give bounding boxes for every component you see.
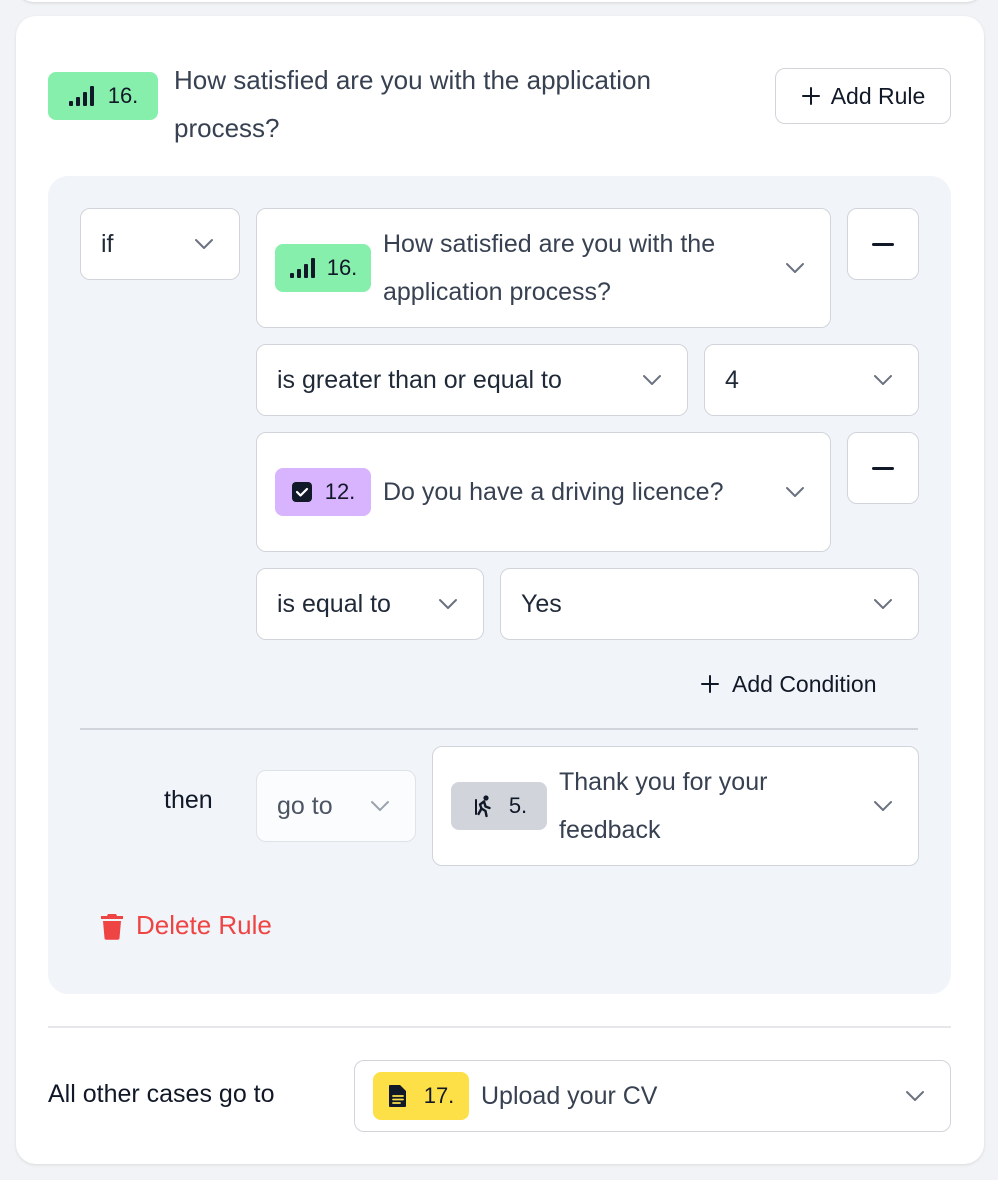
action-value: go to bbox=[277, 792, 333, 820]
chevron-down-icon bbox=[874, 375, 892, 385]
question-badge: 16. bbox=[48, 72, 158, 120]
chevron-down-icon bbox=[786, 263, 804, 273]
rating-bars-icon bbox=[289, 258, 315, 278]
fallback-label: All other cases go to bbox=[48, 1080, 275, 1108]
condition-2-operator-value: is equal to bbox=[277, 590, 391, 618]
condition-2-value-select[interactable]: Yes bbox=[500, 568, 919, 640]
add-condition-button[interactable]: Add Condition bbox=[700, 664, 877, 704]
condition-1-question-select[interactable]: 16. How satisfied are you with the appli… bbox=[256, 208, 831, 328]
condition-1-question-title: How satisfied are you with the applicati… bbox=[383, 230, 716, 306]
question-header: 16. How satisfied are you with the appli… bbox=[48, 56, 754, 152]
running-person-icon bbox=[474, 795, 491, 818]
remove-condition-1-button[interactable] bbox=[847, 208, 919, 280]
question-number: 16. bbox=[107, 83, 139, 108]
fallback-question-title: Upload your CV bbox=[481, 1082, 658, 1110]
condition-2-operator-select[interactable]: is equal to bbox=[256, 568, 484, 640]
condition-1-value: 4 bbox=[725, 366, 739, 394]
condition-2-question-title: Do you have a driving licence? bbox=[383, 478, 724, 506]
target-question-number: 5. bbox=[508, 793, 528, 818]
target-question-select[interactable]: 5. Thank you for your feedback bbox=[432, 746, 919, 866]
previous-card-edge bbox=[16, 0, 984, 2]
add-condition-label: Add Condition bbox=[732, 670, 877, 697]
add-rule-label: Add Rule bbox=[830, 82, 926, 109]
action-select[interactable]: go to bbox=[256, 770, 416, 842]
rule-divider bbox=[80, 728, 918, 730]
condition-2-question-badge: 12. bbox=[275, 468, 371, 516]
trash-icon bbox=[101, 913, 123, 940]
plus-icon bbox=[801, 87, 820, 105]
condition-1-operator-value: is greater than or equal to bbox=[277, 366, 562, 394]
logic-operator-value: if bbox=[101, 230, 114, 258]
minus-icon bbox=[872, 242, 894, 246]
condition-2-question-select[interactable]: 12. Do you have a driving licence? bbox=[256, 432, 831, 552]
remove-condition-2-button[interactable] bbox=[847, 432, 919, 504]
minus-icon bbox=[872, 466, 894, 470]
condition-1-question-number: 16. bbox=[326, 255, 358, 280]
condition-1-operator-select[interactable]: is greater than or equal to bbox=[256, 344, 688, 416]
logic-operator-select[interactable]: if bbox=[80, 208, 240, 280]
then-label: then bbox=[164, 786, 213, 814]
condition-1-question-badge: 16. bbox=[275, 244, 371, 292]
target-question-badge: 5. bbox=[451, 782, 547, 830]
chevron-down-icon bbox=[874, 801, 892, 811]
condition-1-value-select[interactable]: 4 bbox=[704, 344, 919, 416]
plus-icon bbox=[701, 675, 719, 693]
add-rule-button[interactable]: Add Rule bbox=[775, 68, 951, 124]
target-question-title: Thank you for your feedback bbox=[559, 768, 768, 844]
chevron-down-icon bbox=[786, 487, 804, 497]
delete-rule-button[interactable]: Delete Rule bbox=[100, 910, 272, 941]
condition-2-question-number: 12. bbox=[324, 479, 356, 504]
checkbox-icon bbox=[291, 482, 312, 502]
chevron-down-icon bbox=[906, 1091, 924, 1101]
chevron-down-icon bbox=[874, 599, 892, 609]
chevron-down-icon bbox=[195, 239, 213, 249]
rating-bars-icon bbox=[68, 86, 94, 106]
condition-2-value: Yes bbox=[521, 590, 562, 618]
fallback-question-number: 17. bbox=[423, 1083, 455, 1108]
delete-rule-label: Delete Rule bbox=[136, 910, 272, 940]
file-icon bbox=[388, 1085, 406, 1107]
chevron-down-icon bbox=[643, 375, 661, 385]
fallback-question-select[interactable]: 17. Upload your CV bbox=[354, 1060, 951, 1132]
section-divider bbox=[48, 1026, 951, 1028]
fallback-question-badge: 17. bbox=[373, 1072, 469, 1120]
logic-rule-card: 16. How satisfied are you with the appli… bbox=[16, 16, 984, 1164]
rule-box: if 16. How satisfied are you with the ap… bbox=[48, 176, 951, 994]
question-title: How satisfied are you with the applicati… bbox=[174, 65, 651, 143]
chevron-down-icon bbox=[371, 801, 389, 811]
chevron-down-icon bbox=[439, 599, 457, 609]
